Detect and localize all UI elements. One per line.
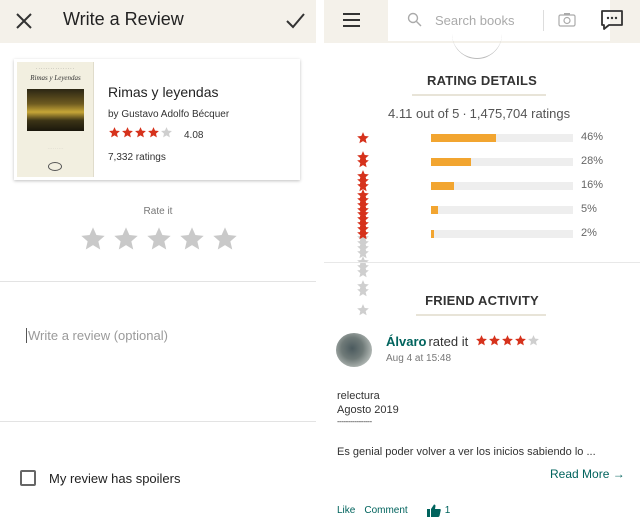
rating-bar-track	[431, 230, 573, 238]
rating-bar-track	[431, 206, 573, 214]
rating-bar-fill	[431, 206, 439, 214]
rate-star-2[interactable]	[112, 225, 140, 253]
friend-activity-heading: FRIEND ACTIVITY	[425, 293, 539, 308]
search-input[interactable]: Search books	[435, 13, 515, 28]
rate-it-label: Rate it	[143, 206, 173, 217]
spoiler-label[interactable]: My review has spoilers	[49, 471, 181, 486]
heading-underline	[412, 94, 546, 96]
review-excerpt: Es genial poder volver a ver los inicios…	[337, 446, 596, 458]
star-filled-icon	[514, 335, 526, 346]
star-empty-icon	[527, 335, 539, 346]
review-header: Write a Review	[0, 0, 316, 43]
star-filled-icon	[357, 132, 369, 144]
search-icon	[407, 12, 422, 27]
rating-bar-track	[431, 134, 573, 142]
rate-star-4[interactable]	[178, 225, 206, 253]
cover-title: Rimas y Leyendas	[30, 74, 81, 82]
read-more-label: Read More	[550, 467, 610, 481]
arrow-right-icon: →	[612, 467, 625, 481]
activity-date: Aug 4 at 15:48	[386, 353, 452, 364]
cover-logo	[48, 162, 62, 171]
star-empty-icon	[357, 266, 369, 278]
book-cover[interactable]: · · · · · · · · · · · · · · · · Rimas y …	[17, 62, 94, 177]
rating-bar-track	[431, 182, 573, 190]
check-icon[interactable]	[284, 10, 306, 32]
write-review-screen: Write a Review · · · · · · · · · · · · ·…	[0, 0, 316, 530]
review-line: relectura	[337, 390, 380, 402]
book-title[interactable]: Rimas y leyendas	[108, 84, 219, 100]
book-card[interactable]: · · · · · · · · · · · · · · · · Rimas y …	[14, 59, 300, 180]
star-empty-icon	[357, 247, 369, 259]
cover-illustration	[27, 89, 84, 131]
rating-percent: 16%	[581, 179, 604, 191]
rating-bar-track	[431, 158, 573, 166]
scroll-arc	[452, 34, 502, 59]
rate-star-5[interactable]	[211, 225, 239, 253]
friend-name-link[interactable]: Álvaro	[386, 334, 426, 349]
book-average-rating: 4.08	[184, 130, 204, 141]
like-count: 1	[444, 505, 451, 516]
spoiler-row[interactable]: My review has spoilers	[20, 470, 181, 486]
thumbs-up-icon[interactable]	[426, 504, 441, 517]
spoiler-checkbox[interactable]	[20, 470, 36, 486]
star-filled-icon	[357, 204, 369, 216]
rating-percent: 46%	[581, 131, 604, 143]
like-link[interactable]: Like	[337, 505, 355, 516]
rating-bar-fill	[431, 134, 497, 142]
activity-footer: Like Comment 1	[337, 504, 450, 517]
star-filled-icon	[475, 335, 487, 346]
review-line: ----------------	[337, 417, 372, 426]
star-empty-icon	[161, 127, 172, 138]
star-filled-icon	[357, 180, 369, 192]
rating-percent: 2%	[581, 227, 597, 239]
avatar[interactable]	[336, 333, 372, 367]
comment-link[interactable]: Comment	[364, 505, 407, 516]
review-text-input[interactable]: Write a review (optional)	[26, 328, 168, 343]
rating-percent: 5%	[581, 203, 597, 215]
star-filled-icon	[357, 228, 369, 240]
rating-percent: 28%	[581, 155, 604, 167]
activity-headline: Álvaro rated it	[386, 334, 540, 350]
search-divider	[543, 10, 544, 31]
star-filled-icon	[501, 335, 513, 346]
rating-details-heading: RATING DETAILS	[427, 73, 537, 88]
chat-icon[interactable]	[600, 8, 624, 32]
star-filled-icon	[109, 127, 120, 138]
hamburger-menu-icon[interactable]	[343, 13, 360, 27]
star-filled-icon	[357, 156, 369, 168]
rate-stars	[79, 225, 239, 253]
friend-rating-stars	[475, 334, 540, 350]
rating-bar-fill	[431, 182, 454, 190]
book-author[interactable]: by Gustavo Adolfo Bécquer	[108, 109, 229, 120]
heading-underline	[416, 314, 546, 316]
cover-subtitle-line: · · · · · · · · ·	[47, 146, 64, 150]
book-rating-stars	[108, 126, 173, 144]
camera-icon[interactable]	[558, 12, 576, 27]
close-icon[interactable]	[14, 11, 34, 31]
read-more-link[interactable]: Read More →	[550, 467, 625, 481]
divider	[0, 421, 316, 422]
star-filled-icon	[148, 127, 159, 138]
star-filled-icon	[135, 127, 146, 138]
rate-star-3[interactable]	[145, 225, 173, 253]
review-title: Write a Review	[63, 9, 184, 29]
book-ratings-count: 7,332 ratings	[108, 152, 166, 163]
cover-publisher-line: · · · · · · · · · · · · · · · ·	[36, 66, 74, 71]
summary-count: 1,475,704 ratings	[469, 106, 571, 121]
star-filled-icon	[122, 127, 133, 138]
activity-verb: rated it	[428, 334, 469, 349]
rating-bar-fill	[431, 230, 434, 238]
rating-summary: 4.11 out of 5 · 1,475,704 ratings	[388, 106, 570, 121]
review-line: Agosto 2019	[337, 404, 399, 416]
book-details-screen: Search books RATING DETAILS 4.11 out of …	[324, 0, 640, 530]
summary-average: 4.11 out of 5	[388, 106, 460, 121]
divider	[0, 281, 316, 282]
rate-star-1[interactable]	[79, 225, 107, 253]
summary-separator: ·	[462, 106, 467, 121]
star-filled-icon	[488, 335, 500, 346]
rating-bar-fill	[431, 158, 471, 166]
section-divider	[324, 262, 640, 263]
